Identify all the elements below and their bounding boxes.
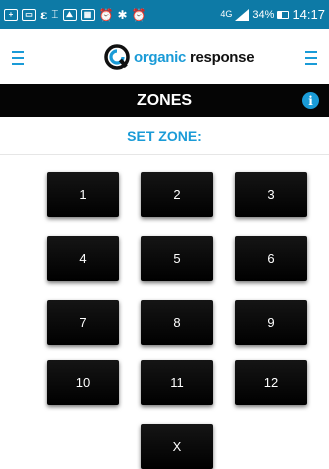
battery-percent: 34% — [252, 8, 275, 21]
zone-key-6[interactable]: 6 — [235, 236, 307, 281]
bluetooth-file-icon: ⌶ — [51, 7, 59, 21]
menu-line — [305, 57, 317, 59]
zone-key-1[interactable]: 1 — [47, 172, 119, 217]
zone-key-9[interactable]: 9 — [235, 300, 307, 345]
network-label: 4G — [220, 9, 233, 19]
menu-line — [12, 57, 24, 59]
alarm-icon: ⏰ — [131, 7, 147, 22]
zone-key-7[interactable]: 7 — [47, 300, 119, 345]
menu-line — [305, 51, 317, 53]
zone-key-11[interactable]: 11 — [141, 360, 213, 405]
calendar-icon: ▦ — [80, 8, 95, 22]
zone-keypad: 1 2 3 4 5 6 7 8 9 10 11 12 X — [0, 154, 329, 469]
app-bar: organic response — [0, 29, 329, 84]
menu-line — [305, 63, 317, 65]
signal-icon — [235, 8, 250, 21]
logo-organic-text: organic — [134, 48, 187, 66]
zone-key-5[interactable]: 5 — [141, 236, 213, 281]
zone-key-3[interactable]: 3 — [235, 172, 307, 217]
clock: 14:17 — [292, 7, 325, 22]
right-menu-icon[interactable] — [305, 51, 317, 65]
network-type: 4G — [220, 10, 232, 19]
picture-icon: ⛰ — [62, 8, 77, 22]
logo-text: organic response — [134, 48, 255, 66]
image-icon: ▭ — [22, 8, 36, 22]
set-zone-label: SET ZONE: — [0, 117, 329, 155]
clear-zone-button[interactable]: X — [141, 424, 213, 469]
menu-line — [12, 51, 24, 53]
zone-key-10[interactable]: 10 — [47, 360, 119, 405]
zone-key-12[interactable]: 12 — [235, 360, 307, 405]
info-icon[interactable]: i — [302, 92, 319, 109]
menu-line — [12, 63, 24, 65]
battery-icon — [277, 10, 290, 19]
app-logo: organic response — [104, 43, 255, 71]
logo-response-text: response — [189, 48, 255, 66]
left-menu-icon[interactable] — [12, 51, 24, 65]
zones-header: ZONES i — [0, 84, 329, 117]
zone-key-2[interactable]: 2 — [141, 172, 213, 217]
battery-fill — [278, 11, 282, 18]
zone-key-8[interactable]: 8 — [141, 300, 213, 345]
e-icon: ε — [40, 7, 48, 22]
logo-mark-icon — [104, 44, 130, 70]
plus-box-icon: + — [4, 8, 18, 22]
zone-key-4[interactable]: 4 — [47, 236, 119, 281]
status-bar: + ▭ ε ⌶ ⛰ ▦ ⏰ ✱ ⏰ 4G 34% 14:17 — [0, 0, 329, 29]
page-title: ZONES — [136, 91, 193, 109]
alarm-icon: ⏰ — [98, 7, 114, 22]
bluetooth-icon: ✱ — [117, 7, 128, 22]
